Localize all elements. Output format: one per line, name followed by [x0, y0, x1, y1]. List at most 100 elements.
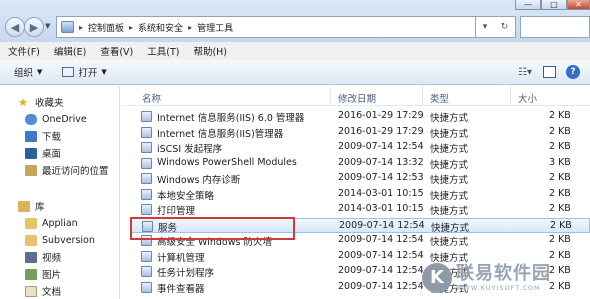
file-row[interactable]: 打印管理 2014-03-01 10:15 快捷方式 2 KB	[131, 202, 590, 217]
nav-item-label: OneDrive	[42, 113, 87, 125]
menu-help[interactable]: 帮助(H)	[193, 44, 227, 58]
shortcut-icon	[141, 173, 152, 184]
file-type: 快捷方式	[430, 144, 469, 155]
file-row[interactable]: Windows 内存诊断 2009-07-14 12:53 快捷方式 2 KB	[131, 171, 590, 186]
file-name: 任务计划程序	[157, 268, 215, 279]
file-name: 打印管理	[157, 206, 196, 217]
nav-favorites[interactable]: ★ 收藏夹	[18, 94, 64, 110]
file-row[interactable]: iSCSI 发起程序 2009-07-14 12:54 快捷方式 2 KB	[131, 140, 590, 155]
nav-onedrive[interactable]: OneDrive	[25, 111, 87, 127]
file-row[interactable]: Windows PowerShell Modules 2009-07-14 13:…	[131, 156, 590, 171]
breadcrumb-control-panel[interactable]: 控制面板	[88, 21, 124, 34]
open-label: 打开	[78, 68, 98, 79]
organize-button[interactable]: 组织 ▼	[8, 62, 48, 82]
watermark-title: 联易软件园	[456, 262, 551, 284]
back-button[interactable]: ◀	[5, 17, 25, 37]
file-date: 2009-07-14 12:54	[338, 234, 424, 245]
file-row[interactable]: Internet 信息服务(IIS)管理器 2016-01-29 17:29 快捷方…	[131, 125, 590, 140]
menu-view[interactable]: 查看(V)	[100, 44, 133, 58]
file-name: Windows PowerShell Modules	[157, 156, 297, 168]
menu-edit[interactable]: 编辑(E)	[54, 44, 86, 58]
column-size[interactable]: 大小	[518, 91, 537, 105]
nav-item-label: 图片	[42, 270, 62, 281]
file-type: 快捷方式	[430, 113, 469, 124]
nav-videos[interactable]: 视频	[25, 249, 61, 265]
menu-bar: 文件(F) 编辑(E) 查看(V) 工具(T) 帮助(H)	[0, 42, 590, 60]
download-folder-icon	[25, 130, 37, 142]
menu-tools[interactable]: 工具(T)	[147, 44, 179, 58]
address-controls: ▾ ↻	[476, 16, 516, 38]
picture-icon	[25, 268, 37, 280]
nav-libraries[interactable]: 库	[18, 198, 45, 214]
nav-libraries-label: 库	[35, 202, 45, 213]
nav-desktop[interactable]: 桌面	[25, 145, 61, 161]
breadcrumb-separator-icon[interactable]: ▸	[129, 23, 133, 32]
view-options-icon[interactable]: ☷▾	[517, 64, 533, 80]
nav-item-label: 文档	[42, 287, 62, 298]
file-date: 2016-01-29 17:29	[338, 110, 424, 121]
library-icon	[18, 200, 30, 212]
recent-pages-dropdown[interactable]: ▼	[45, 22, 50, 30]
file-size: 2 KB	[549, 203, 571, 214]
shortcut-icon	[141, 126, 152, 138]
file-row[interactable]: 本地安全策略 2014-03-01 10:15 快捷方式 2 KB	[131, 187, 590, 202]
address-dropdown-icon[interactable]: ▾	[483, 22, 488, 32]
breadcrumb-separator-icon[interactable]: ▸	[188, 23, 192, 32]
file-type: 快捷方式	[431, 222, 470, 234]
close-button[interactable]: ✕	[567, 0, 590, 10]
file-size: 2 KB	[549, 141, 571, 152]
chevron-down-icon: ▼	[37, 68, 43, 76]
breadcrumb-system-security[interactable]: 系统和安全	[138, 21, 183, 34]
control-panel-icon	[61, 21, 74, 33]
recent-places-icon	[25, 164, 37, 176]
minimize-button[interactable]: —	[515, 0, 541, 10]
column-date[interactable]: 修改日期	[338, 91, 376, 105]
nav-documents[interactable]: 文档	[25, 283, 61, 299]
nav-recent-places[interactable]: 最近访问的位置	[25, 162, 109, 178]
folder-icon	[25, 234, 37, 246]
file-size: 2 KB	[549, 187, 571, 199]
highlight-box	[130, 217, 295, 240]
preview-pane-icon[interactable]	[543, 66, 556, 78]
menu-file[interactable]: 文件(F)	[8, 44, 40, 58]
file-name: 事件查看器	[157, 283, 205, 295]
nav-applian[interactable]: Applian	[25, 215, 78, 231]
forward-button[interactable]: ▶	[24, 17, 44, 37]
open-button[interactable]: 打开 ▼	[56, 62, 112, 82]
file-date: 2009-07-14 12:54	[338, 141, 424, 152]
breadcrumb-separator-icon[interactable]: ▸	[79, 23, 83, 32]
nav-favorites-label: 收藏夹	[35, 98, 64, 109]
file-size: 2 KB	[549, 234, 571, 245]
file-type: 快捷方式	[430, 190, 469, 202]
help-icon[interactable]: ?	[566, 65, 580, 79]
cloud-icon	[25, 113, 37, 125]
breadcrumb-admin-tools[interactable]: 管理工具	[197, 21, 233, 34]
file-date: 2009-07-14 12:54	[338, 265, 424, 276]
nav-item-label: 视频	[42, 253, 62, 264]
column-type[interactable]: 类型	[430, 91, 449, 105]
navigation-pane: ★ 收藏夹 OneDrive 下载 桌面 最近访问的位置 库 Applian S…	[0, 86, 120, 299]
file-date: 2009-07-14 12:53	[338, 172, 424, 183]
file-date: 2014-03-01 10:15	[338, 203, 424, 214]
file-name: Internet 信息服务(IIS) 6.0 管理器	[157, 113, 305, 124]
column-name[interactable]: 名称	[142, 91, 161, 105]
file-row[interactable]: Internet 信息服务(IIS) 6.0 管理器 2016-01-29 17:…	[131, 109, 590, 124]
nav-item-label: 下载	[42, 132, 62, 143]
watermark-logo: K	[422, 262, 452, 293]
file-size: 3 KB	[549, 156, 571, 168]
file-name: 计算机管理	[157, 252, 205, 264]
refresh-icon[interactable]: ↻	[501, 22, 509, 32]
maximize-button[interactable]: □	[541, 0, 567, 10]
file-date: 2014-03-01 10:15	[338, 187, 424, 199]
shortcut-icon	[141, 250, 152, 262]
nav-subversion[interactable]: Subversion	[25, 232, 95, 248]
file-type: 快捷方式	[430, 159, 469, 171]
chevron-down-icon: ▼	[101, 68, 107, 76]
nav-pictures[interactable]: 图片	[25, 266, 61, 282]
nav-downloads[interactable]: 下载	[25, 128, 61, 144]
nav-item-label: Subversion	[42, 234, 95, 246]
address-field[interactable]: ▸ 控制面板 ▸ 系统和安全 ▸ 管理工具	[56, 16, 476, 38]
shortcut-icon	[141, 281, 152, 293]
search-input[interactable]	[520, 16, 590, 38]
file-date: 2009-07-14 13:32	[338, 156, 424, 168]
